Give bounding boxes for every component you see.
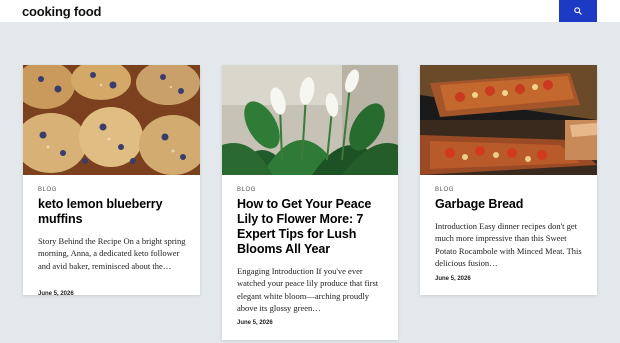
search-button[interactable] xyxy=(559,0,597,22)
site-header: cooking food xyxy=(0,0,620,22)
post-category-link[interactable]: BLOG xyxy=(435,187,585,193)
post-card: BLOG Garbage Bread Introduction Easy din… xyxy=(420,65,597,295)
site-title-link[interactable]: cooking food xyxy=(22,4,101,19)
post-thumbnail-muffins[interactable] xyxy=(23,65,200,175)
post-thumbnail-garbage-bread[interactable] xyxy=(420,65,597,175)
post-title-link[interactable]: Garbage Bread xyxy=(435,197,585,212)
post-title-link[interactable]: How to Get Your Peace Lily to Flower Mor… xyxy=(237,197,387,257)
post-title-link[interactable]: keto lemon blueberry muffins xyxy=(38,197,188,227)
post-card: BLOG keto lemon blueberry muffins Story … xyxy=(23,65,200,297)
post-card: BLOG How to Get Your Peace Lily to Flowe… xyxy=(222,65,398,340)
post-excerpt: Story Behind the Recipe On a bright spri… xyxy=(38,236,186,271)
post-date: June 5, 2026 xyxy=(237,320,273,326)
post-excerpt: Engaging Introduction If you've ever wat… xyxy=(237,266,379,314)
post-category-link[interactable]: BLOG xyxy=(38,187,188,193)
post-thumbnail-peace-lily[interactable] xyxy=(222,65,398,175)
post-date: June 5, 2026 xyxy=(435,276,471,282)
search-icon xyxy=(574,7,582,15)
post-date: June 5, 2026 xyxy=(38,291,74,297)
post-category-link[interactable]: BLOG xyxy=(237,187,387,193)
post-excerpt: Introduction Easy dinner recipes don't g… xyxy=(435,221,582,269)
